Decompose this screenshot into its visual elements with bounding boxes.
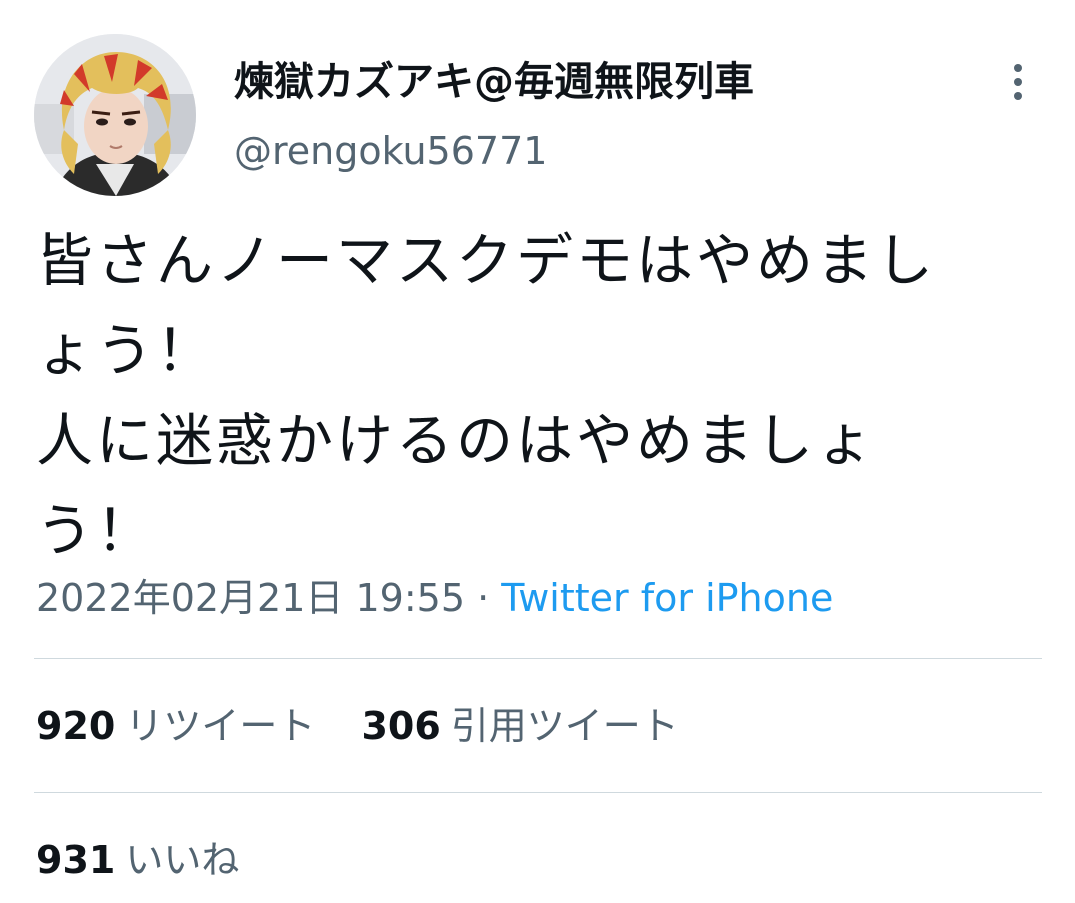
divider	[34, 658, 1042, 659]
author-handle[interactable]: @rengoku56771	[234, 124, 547, 178]
tweet-source-link[interactable]: Twitter for iPhone	[501, 576, 833, 620]
likes-label: いいね	[125, 838, 240, 882]
more-vertical-icon	[1014, 61, 1022, 103]
tweet-text-line: 皆さんノーマスクデモはやめまし	[36, 228, 936, 294]
tweet-text-line: う！	[36, 498, 156, 564]
tweet-text-line: 人に迷惑かけるのはやめましょ	[36, 408, 876, 474]
meta-separator: ·	[477, 576, 490, 620]
engagement-stats: 920 リツイート 306 引用ツイート	[36, 696, 713, 756]
quotes-stat[interactable]: 306 引用ツイート	[361, 696, 678, 756]
quotes-count: 306	[361, 704, 441, 748]
quotes-label: 引用ツイート	[450, 704, 679, 748]
likes-count: 931	[36, 838, 116, 882]
avatar[interactable]	[34, 34, 196, 196]
author-display-name[interactable]: 煉獄カズアキ@毎週無限列車	[234, 54, 754, 110]
retweets-label: リツイート	[125, 704, 316, 748]
avatar-image	[34, 34, 196, 196]
more-options-button[interactable]	[998, 58, 1038, 106]
tweet-timestamp[interactable]: 2022年02月21日 19:55	[36, 576, 465, 620]
retweets-count: 920	[36, 704, 116, 748]
tweet-text-line: ょう！	[36, 318, 216, 384]
tweet-detail: 煉獄カズアキ@毎週無限列車 @rengoku56771 皆さんノーマスクデモはや…	[0, 0, 1075, 903]
divider	[34, 792, 1042, 793]
likes-stat[interactable]: 931 いいね	[36, 830, 239, 890]
likes-stats: 931 いいね	[36, 830, 273, 890]
retweets-stat[interactable]: 920 リツイート	[36, 696, 315, 756]
tweet-meta: 2022年02月21日 19:55 · Twitter for iPhone	[36, 568, 833, 628]
tweet-text: 皆さんノーマスクデモはやめまし ょう！ 人に迷惑かけるのはやめましょ う！	[36, 216, 1036, 576]
